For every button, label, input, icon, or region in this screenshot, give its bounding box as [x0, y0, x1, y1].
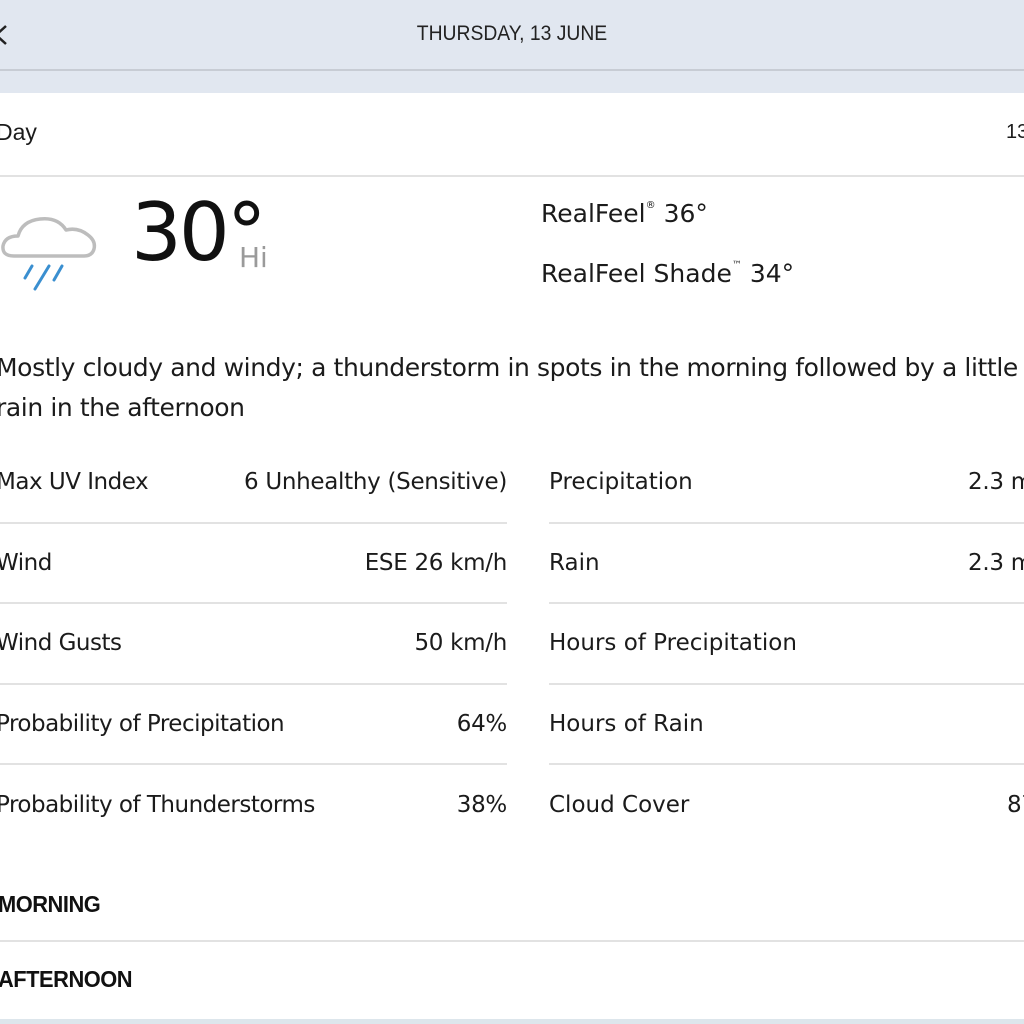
- section-afternoon[interactable]: AFTERNOON: [0, 942, 1024, 1016]
- cloud-shape: [1, 216, 97, 258]
- detail-value: 2.3 mm: [968, 469, 1024, 496]
- rain-drop: [52, 264, 64, 282]
- realfeel-value: 36°: [663, 199, 708, 228]
- detail-label: Hours of Precipitation: [549, 630, 797, 657]
- detail-label: Cloud Cover: [549, 792, 690, 819]
- detail-row-probability-of-thunderstorms: Probability of Thunderstorms 38%: [0, 765, 507, 846]
- detail-value: ESE 26 km/h: [364, 549, 508, 576]
- temperature-suffix: Hi: [239, 241, 268, 274]
- page-title: THURSDAY, 13 JUNE: [416, 22, 608, 45]
- detail-row-cloud-cover: Cloud Cover 87%: [549, 765, 1024, 846]
- day-forecast-card: Day 13 30° Hi RealFeel® 36° RealFeel Sha…: [0, 93, 1024, 1019]
- detail-value: 2.3 mm: [968, 549, 1024, 576]
- detail-value: 64%: [456, 710, 508, 737]
- top-bar: THURSDAY, 13 JUNE: [0, 0, 1024, 71]
- detail-label: Probability of Thunderstorms: [0, 792, 315, 819]
- details-right: Precipitation 2.3 mm Rain 2.3 mm Hours o…: [549, 443, 1024, 846]
- realfeel-label: RealFeel: [541, 199, 646, 228]
- detail-row-hours-of-precipitation: Hours of Precipitation: [549, 604, 1024, 685]
- cloud-rain-icon: [1, 216, 97, 291]
- detail-row-rain: Rain 2.3 mm: [549, 524, 1024, 604]
- detail-value: 50 km/h: [414, 630, 507, 657]
- detail-row-hours-of-rain: Hours of Rain: [549, 685, 1024, 765]
- detail-label: Rain: [549, 549, 600, 576]
- detail-label: Hours of Rain: [549, 710, 704, 737]
- rain-drop: [33, 264, 51, 291]
- detail-label: Precipitation: [549, 469, 693, 496]
- chevron-left-icon: [0, 25, 7, 45]
- registered-mark: ®: [645, 200, 656, 211]
- detail-row-precipitation: Precipitation 2.3 mm: [549, 443, 1024, 524]
- trademark-mark: ™: [731, 260, 742, 271]
- detail-value: 87%: [1007, 792, 1024, 819]
- header-band: [0, 73, 1024, 93]
- card-date: 13: [1006, 121, 1024, 143]
- section-morning[interactable]: MORNING: [0, 868, 1024, 942]
- section-afternoon-label: AFTERNOON: [0, 965, 133, 992]
- detail-row-wind-gusts: Wind Gusts 50 km/h: [0, 604, 507, 685]
- detail-value: 38%: [456, 792, 508, 819]
- detail-row-wind: Wind ESE 26 km/h: [0, 524, 508, 604]
- section-morning-label: MORNING: [0, 890, 101, 917]
- card-label: Day: [0, 119, 37, 145]
- detail-label: Probability of Precipitation: [0, 710, 285, 737]
- detail-row-probability-of-precipitation: Probability of Precipitation 64%: [0, 685, 508, 765]
- details-left: Max UV Index 6 Unhealthy (Sensitive) Win…: [0, 443, 507, 846]
- detail-value: 6 Unhealthy (Sensitive): [243, 469, 507, 496]
- back-button[interactable]: [0, 18, 16, 52]
- realfeel-shade-value: 34°: [749, 259, 795, 288]
- forecast-phrase: Mostly cloudy and windy; a thunderstorm …: [0, 353, 1018, 422]
- realfeel-shade-label: RealFeel Shade: [541, 259, 732, 288]
- card-header: Day 13: [0, 93, 1024, 177]
- realfeel: RealFeel® 36°: [541, 199, 708, 228]
- detail-label: Wind Gusts: [0, 630, 122, 657]
- detail-row-max-uv-index: Max UV Index 6 Unhealthy (Sensitive): [0, 443, 507, 524]
- bottom-band: [0, 1019, 1024, 1024]
- detail-label: Wind: [0, 549, 52, 576]
- realfeel-shade: RealFeel Shade™ 34°: [541, 259, 794, 288]
- rain-drop: [23, 264, 34, 280]
- detail-label: Max UV Index: [0, 469, 149, 496]
